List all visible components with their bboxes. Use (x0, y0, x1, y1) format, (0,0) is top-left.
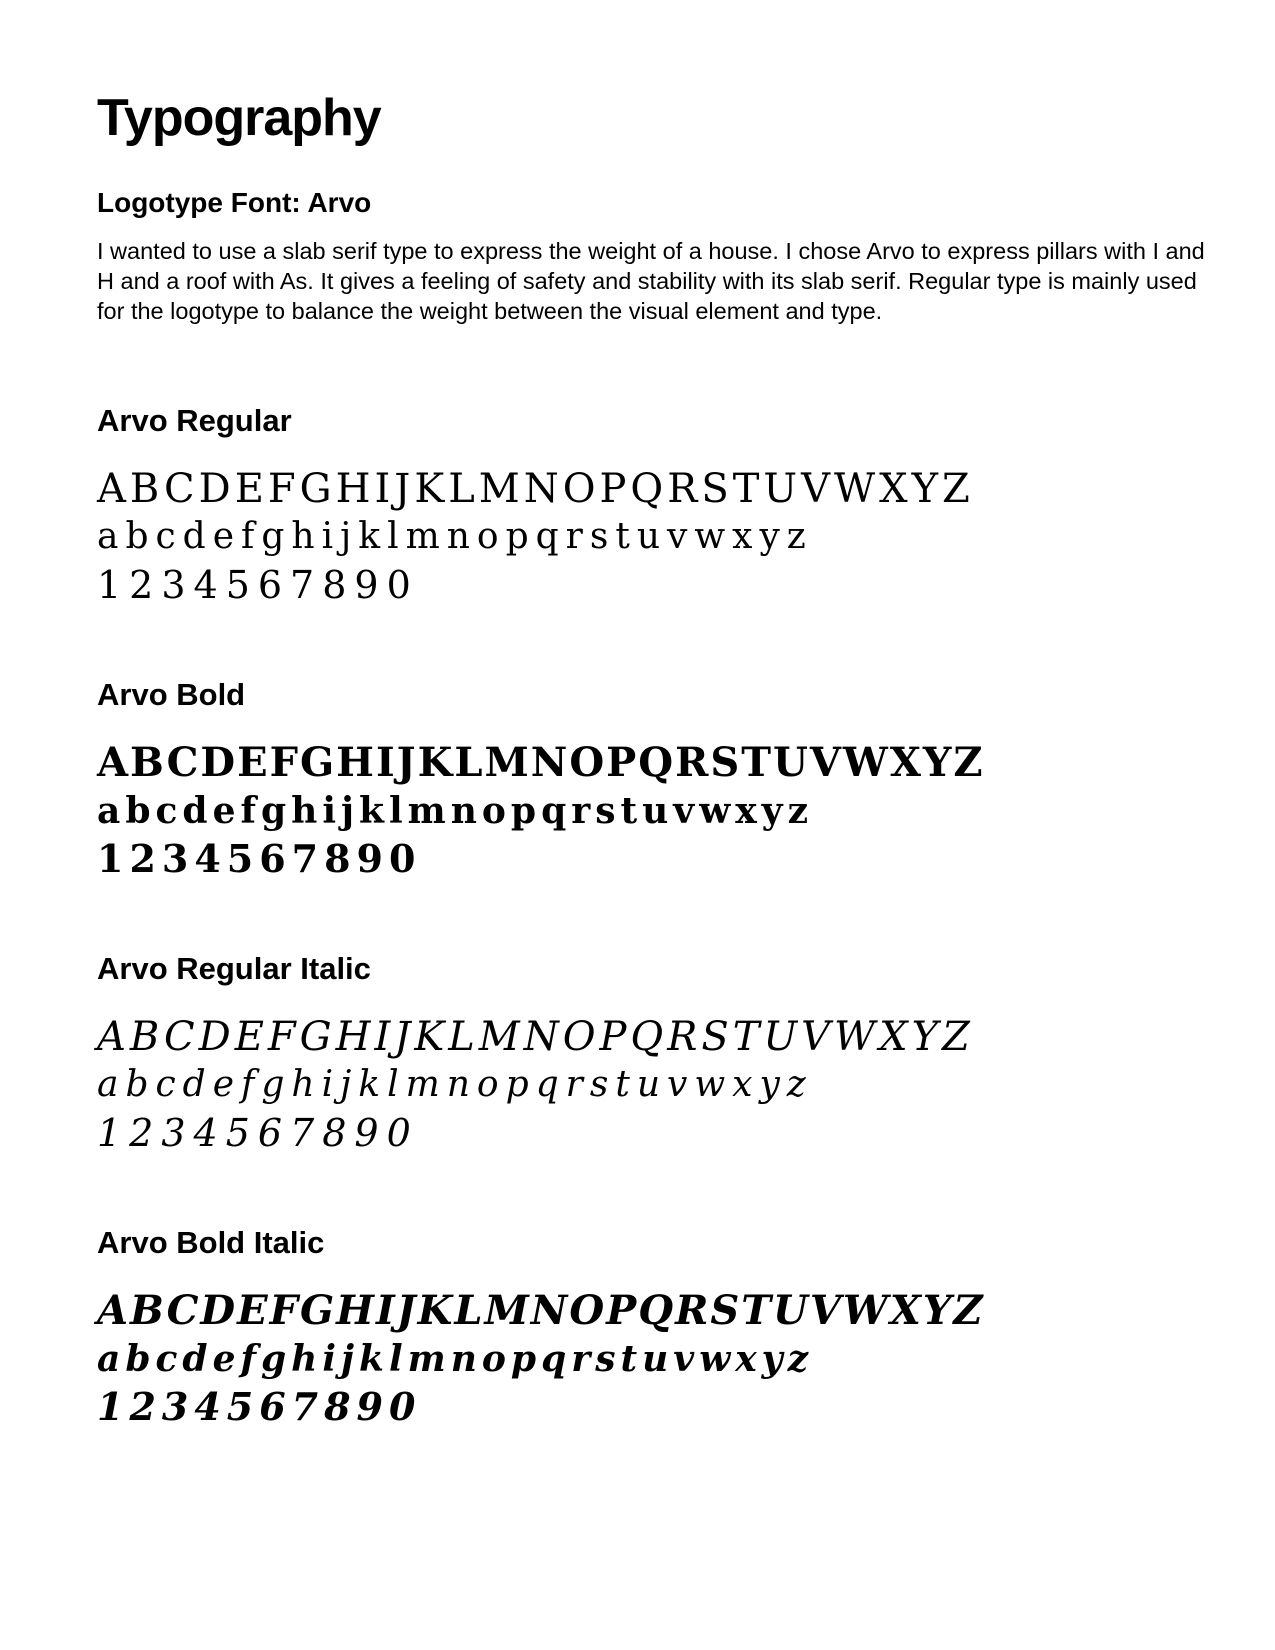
uppercase-alphabet: ABCDEFGHIJKLMNOPQRSTUVWXYZ (97, 1014, 974, 1060)
lowercase-alphabet: abcdefghijklmnopqrstuvwxyz (97, 1338, 814, 1380)
uppercase-alphabet: ABCDEFGHIJKLMNOPQRSTUVWXYZ (97, 1287, 985, 1334)
digits: 1234567890 (97, 836, 422, 881)
section-arvo-bold: Arvo Bold ABCDEFGHIJKLMNOPQRSTUVWXYZ abc… (97, 677, 1197, 883)
type-specimen: ABCDEFGHIJKLMNOPQRSTUVWXYZ abcdefghijklm… (97, 1013, 1197, 1157)
section-title: Arvo Bold (97, 677, 246, 712)
digits: 1234567890 (97, 1384, 422, 1429)
uppercase-alphabet: ABCDEFGHIJKLMNOPQRSTUVWXYZ (97, 466, 974, 512)
section-title: Arvo Regular Italic (97, 951, 371, 986)
lowercase-alphabet: abcdefghijklmnopqrstuvwxyz (97, 516, 813, 557)
digits: 1234567890 (97, 1111, 419, 1155)
section-title: Arvo Regular (97, 403, 292, 438)
type-specimen: ABCDEFGHIJKLMNOPQRSTUVWXYZ abcdefghijklm… (97, 465, 1197, 609)
page-title: Typography (97, 89, 382, 147)
logotype-font-heading: Logotype Font: Arvo (97, 187, 372, 218)
lowercase-alphabet: abcdefghijklmnopqrstuvwxyz (97, 790, 814, 832)
section-arvo-regular: Arvo Regular ABCDEFGHIJKLMNOPQRSTUVWXYZ … (97, 403, 1197, 609)
uppercase-alphabet: ABCDEFGHIJKLMNOPQRSTUVWXYZ (97, 739, 985, 786)
section-arvo-regular-italic: Arvo Regular Italic ABCDEFGHIJKLMNOPQRST… (97, 951, 1197, 1157)
intro-paragraph: I wanted to use a slab serif type to exp… (97, 238, 1205, 324)
type-specimen: ABCDEFGHIJKLMNOPQRSTUVWXYZ abcdefghijklm… (97, 739, 1197, 883)
section-arvo-bold-italic: Arvo Bold Italic ABCDEFGHIJKLMNOPQRSTUVW… (97, 1225, 1197, 1431)
digits: 1234567890 (97, 563, 419, 607)
lowercase-alphabet: abcdefghijklmnopqrstuvwxyz (97, 1064, 813, 1105)
section-title: Arvo Bold Italic (97, 1225, 325, 1260)
type-specimen: ABCDEFGHIJKLMNOPQRSTUVWXYZ abcdefghijklm… (97, 1287, 1197, 1431)
